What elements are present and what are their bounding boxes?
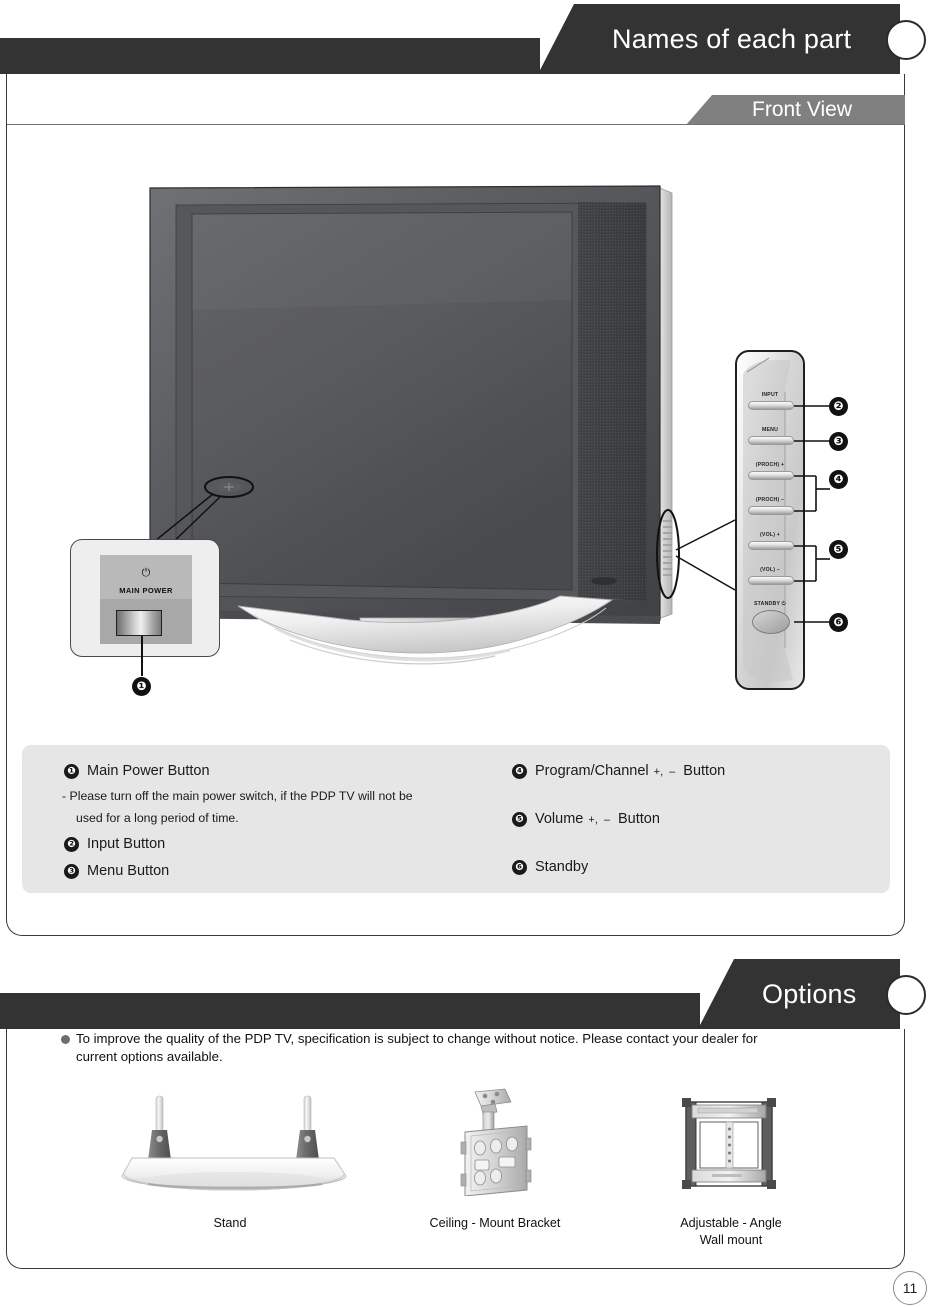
legend-label-5-pre: Volume [535,811,584,828]
callout-badge-4: ❹ [829,470,848,489]
legend-item-3: ❸ Menu Button [64,863,169,879]
legend-label-4-minus: – [669,766,676,778]
callout-badge-5: ❺ [829,540,848,559]
ctrl-button-program-minus[interactable] [748,506,794,515]
stand-illustration [121,1095,347,1191]
option-caption-wallmount-line1: Adjustable - Angle [680,1216,782,1230]
legend-badge-3: ❸ [64,863,79,879]
options-banner [0,993,700,1029]
callout-badge-3: ❸ [829,432,848,451]
option-caption-ceiling: Ceiling - Mount Bracket [415,1215,575,1232]
legend-label-4-pre: Program/Channel [535,763,649,780]
legend-label-1: Main Power Button [87,763,210,780]
ctrl-button-input[interactable] [748,401,794,410]
legend-label-5-post: Button [618,811,660,828]
options-banner-slant [698,959,744,1029]
legend-item-1: ❶ Main Power Button [64,763,210,779]
legend-item-5: ❺ Volume +, – Button [512,811,660,827]
legend-label-2: Input Button [87,836,166,853]
ctrl-label-input: INPUT [761,392,779,398]
main-power-leader-line [141,636,143,676]
ctrl-label-program-minus: (PROCH) – [755,497,785,503]
ctrl-label-menu: MENU [761,427,779,433]
ctrl-button-volume-minus[interactable] [748,576,794,585]
legend-note-line2: used for a long period of time. [76,811,239,825]
options-notice-bullet-icon [61,1035,70,1044]
legend-note-line1: - Please turn off the main power switch,… [62,789,413,803]
legend-badge-6: ❻ [512,859,527,875]
legend-item-6: ❻ Standby [512,859,588,875]
legend-badge-1: ❶ [64,763,79,779]
ctrl-label-volume-plus: (VOL) + [760,532,780,538]
legend-label-5-comma: , [594,814,598,826]
ctrl-label-program-plus: (PROCH) + [755,462,785,468]
adjustable-angle-wall-mount-illustration [682,1098,776,1189]
legend-badge-4: ❹ [512,763,527,779]
callout-badge-1: ❶ [132,677,151,696]
options-notice-line1: To improve the quality of the PDP TV, sp… [76,1031,758,1046]
main-power-label: MAIN POWER [119,586,173,595]
page-number: 11 [893,1271,927,1305]
ctrl-label-volume-minus: (VOL) – [760,567,780,573]
ctrl-button-standby[interactable] [752,610,790,634]
ctrl-button-volume-plus[interactable] [748,541,794,550]
legend-item-2: ❷ Input Button [64,836,165,852]
legend-item-4: ❹ Program/Channel +, – Button [512,763,725,779]
legend-label-4-comma: , [660,766,664,778]
legend-label-6: Standby [535,859,589,876]
option-caption-ceiling-line1: Ceiling - Mount Bracket [429,1216,561,1230]
callout-badge-2: ❷ [829,397,848,416]
legend-label-4-post: Button [683,763,726,780]
main-power-switch[interactable] [116,610,162,636]
ctrl-button-menu[interactable] [748,436,794,445]
legend-label-3: Menu Button [87,863,170,880]
ctrl-button-program-plus[interactable] [748,471,794,480]
legend-badge-2: ❷ [64,836,79,852]
option-caption-wallmount: Adjustable - Angle Wall mount [655,1215,807,1249]
callout-badge-6: ❻ [829,613,848,632]
ceiling-mount-bracket-illustration [460,1088,532,1196]
options-notice-line2: current options available. [76,1049,223,1064]
option-caption-stand-line1: Stand [213,1216,247,1230]
option-caption-wallmount-line2: Wall mount [699,1233,763,1247]
power-symbol-icon: ⏻ [141,566,151,579]
options-banner-knob [886,975,926,1015]
legend-badge-5: ❺ [512,811,527,827]
option-caption-stand: Stand [160,1215,300,1232]
options-title: Options [762,979,857,1009]
legend-label-5-minus: – [603,814,610,826]
